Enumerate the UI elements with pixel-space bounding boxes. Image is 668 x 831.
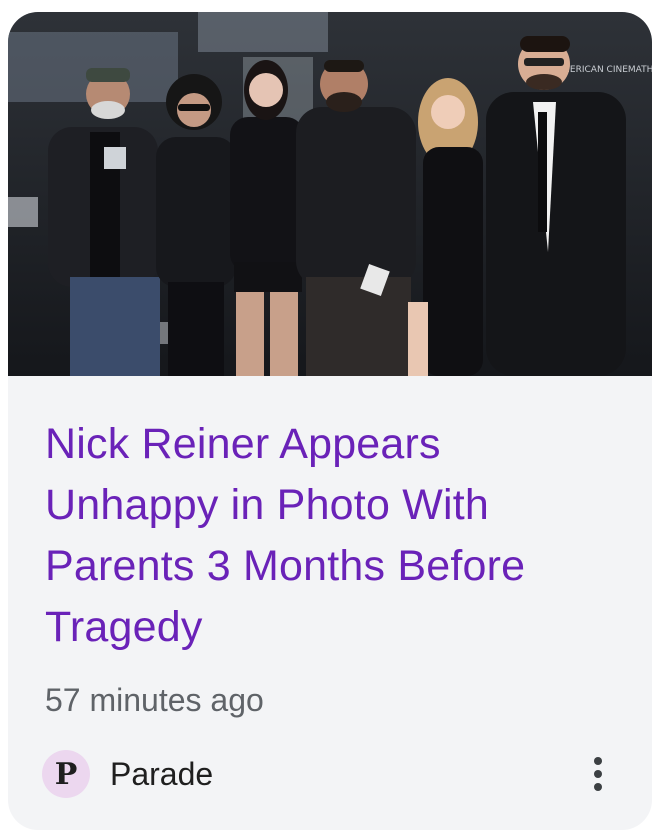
source-row[interactable]: P Parade — [42, 749, 213, 799]
more-vert-icon[interactable] — [578, 749, 618, 799]
news-card[interactable]: AMERICAN CINEMATHEQUE — [8, 12, 652, 830]
publisher-logo: P — [42, 750, 90, 798]
timestamp: 57 minutes ago — [45, 682, 264, 718]
article-headline[interactable]: Nick Reiner Appears Unhappy in Photo Wit… — [45, 414, 625, 658]
more-dot — [594, 783, 602, 791]
backdrop-text: AMERICAN CINEMATHEQUE — [556, 65, 652, 75]
article-thumbnail[interactable]: AMERICAN CINEMATHEQUE — [8, 12, 652, 376]
more-dot — [594, 770, 602, 778]
publisher-name: Parade — [110, 755, 214, 792]
more-dot — [594, 757, 602, 765]
